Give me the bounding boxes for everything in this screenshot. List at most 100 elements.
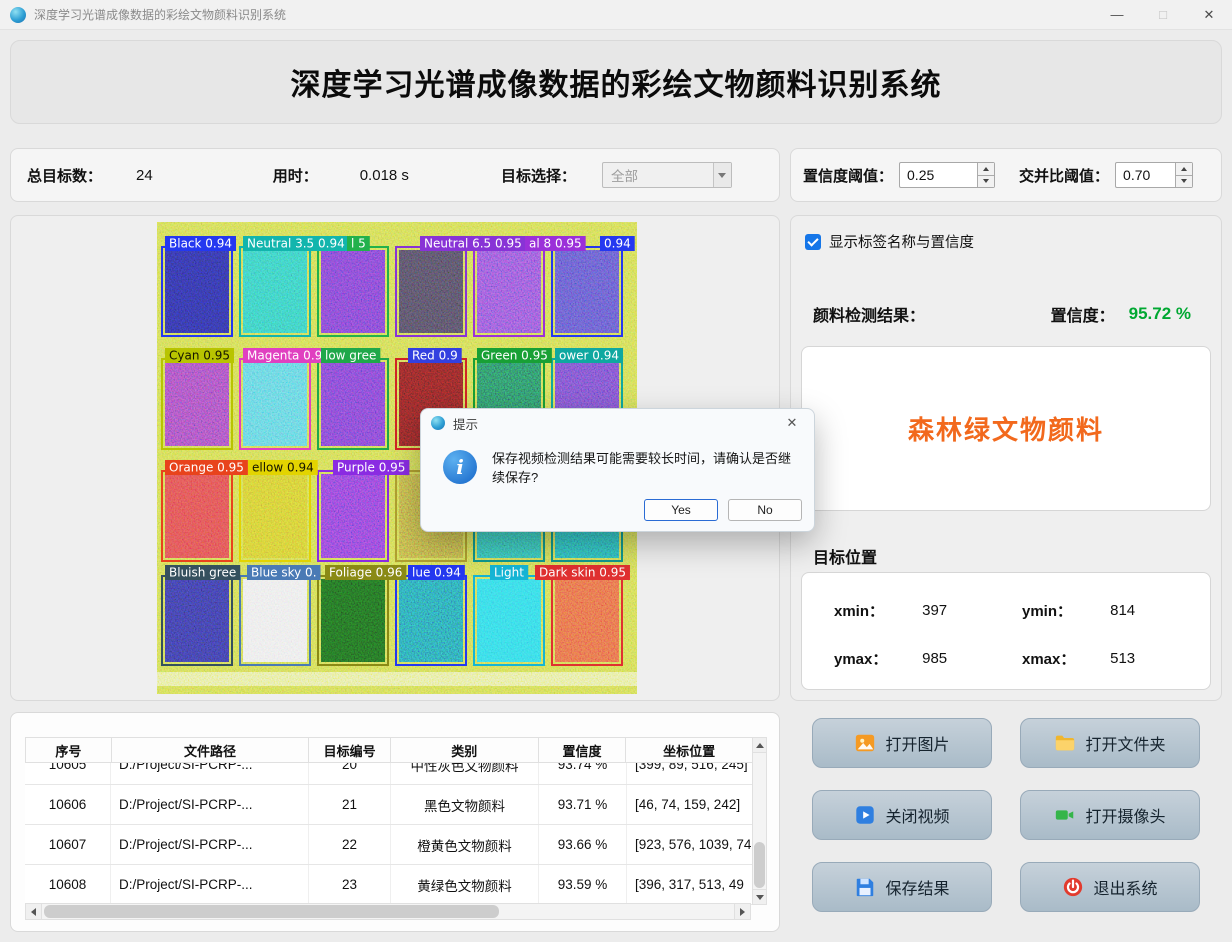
table-cell: [399, 89, 516, 245] <box>635 763 748 772</box>
elapsed-time-label: 用时： <box>272 167 318 185</box>
spinner-up-icon[interactable] <box>978 163 995 175</box>
dialog-body: 保存视频检测结果可能需要较长时间，请确认是否继续保存? <box>421 437 814 493</box>
result-text: 森林绿文物颜料 <box>907 415 1104 445</box>
app-logo-icon <box>10 6 26 23</box>
spinner-up-icon[interactable] <box>1176 163 1193 175</box>
maximize-button[interactable]: □ <box>1140 0 1186 29</box>
target-select-value: 全部 <box>610 169 638 184</box>
exit-system-button[interactable]: 退出系统 <box>1020 862 1200 912</box>
detection-label: Orange 0.95 <box>169 461 244 475</box>
scroll-right-icon[interactable] <box>734 904 750 919</box>
table-row[interactable]: 10605 D:/Project/SI-PCRP-... 20 中性灰色文物颜料 93.… <box>25 763 753 785</box>
scroll-up-icon[interactable] <box>753 738 766 753</box>
target-select[interactable]: 全部 <box>601 162 732 188</box>
action-buttons: 打开图片 打开文件夹关闭视频 打开摄像头保存结果 退出系统 <box>790 712 1222 932</box>
confidence-threshold-label: 置信度阈值： <box>803 167 894 185</box>
iou-threshold-spinner[interactable]: 0.70 <box>1115 162 1194 188</box>
table-row[interactable]: 10607 D:/Project/SI-PCRP-... 22 橙黄色文物颜料 93.6… <box>25 825 753 865</box>
column-header[interactable]: 类别 <box>391 738 539 762</box>
ymax-value: 985 <box>922 649 948 667</box>
save-results-button[interactable]: 保存结果 <box>812 862 992 912</box>
action-button-label: 保存结果 <box>885 881 950 898</box>
detection-label: al 8 0.95 <box>529 237 582 251</box>
save-icon <box>854 876 876 898</box>
vertical-scroll-thumb[interactable] <box>754 842 765 888</box>
confidence-threshold-value: 0.25 <box>907 167 935 183</box>
detection-label: Neutral 6.5 0.95 <box>424 237 522 251</box>
spinner-down-icon[interactable] <box>978 174 995 187</box>
detection-label: Neutral 3.5 0.94 <box>247 237 345 251</box>
column-header[interactable]: 坐标位置 <box>626 738 752 762</box>
yes-button[interactable]: Yes <box>644 499 718 521</box>
position-card: xmin： 397 ymin： 814 ymax： 985 xmax： 513 <box>801 572 1211 690</box>
open-image-button[interactable]: 打开图片 <box>812 718 992 768</box>
open-camera-button[interactable]: 打开摄像头 <box>1020 790 1200 840</box>
scroll-down-icon[interactable] <box>753 889 766 904</box>
action-button-label: 打开摄像头 <box>1085 809 1166 826</box>
table-cell: 23 <box>309 865 391 904</box>
detection-label: Red 0.9 <box>412 349 458 363</box>
spinner-down-icon[interactable] <box>1176 174 1193 187</box>
minimize-button[interactable]: — <box>1094 0 1140 29</box>
dialog-titlebar: 提示 ✕ <box>421 409 814 437</box>
dialog-title: 提示 <box>453 417 479 432</box>
elapsed-time-value: 0.018 s <box>359 166 409 184</box>
result-card: 森林绿文物颜料 <box>801 346 1211 511</box>
table-cell: 橙黄色文物颜料 <box>391 825 539 864</box>
table-cell: D:/Project/SI-PCRP-... <box>111 785 309 824</box>
column-header[interactable]: 文件路径 <box>112 738 310 762</box>
detection-label: Dark skin 0.95 <box>539 566 626 580</box>
titlebar: 深度学习光谱成像数据的彩绘文物颜料识别系统 — □ ✕ <box>0 0 1232 30</box>
page-title: 深度学习光谱成像数据的彩绘文物颜料识别系统 <box>290 69 942 102</box>
detection-label: Blue sky 0. <box>251 566 317 580</box>
table-cell: D:/Project/SI-PCRP-... <box>111 865 309 904</box>
no-button[interactable]: No <box>728 499 802 521</box>
ymin-label: ymin： <box>1022 602 1073 620</box>
close-video-button[interactable]: 关闭视频 <box>812 790 992 840</box>
table-cell: 21 <box>309 785 391 824</box>
detection-label: Light <box>494 566 524 580</box>
window-title: 深度学习光谱成像数据的彩绘文物颜料识别系统 <box>34 8 287 22</box>
table-row[interactable]: 10606 D:/Project/SI-PCRP-... 21 黑色文物颜料 93.71… <box>25 785 753 825</box>
action-button-label: 关闭视频 <box>885 809 950 826</box>
close-button[interactable]: ✕ <box>1186 0 1232 29</box>
table-horizontal-scrollbar[interactable] <box>25 903 751 920</box>
show-labels-checkbox[interactable] <box>805 233 821 250</box>
table-row[interactable]: 10608 D:/Project/SI-PCRP-... 23 黄绿色文物颜料 93.5… <box>25 865 753 905</box>
detection-label: ower 0.94 <box>559 349 619 363</box>
column-header[interactable]: 置信度 <box>539 738 627 762</box>
table-cell: 93.71 % <box>539 785 627 824</box>
scroll-left-icon[interactable] <box>26 904 42 919</box>
iou-threshold-value: 0.70 <box>1123 167 1151 183</box>
column-header[interactable]: 目标编号 <box>309 738 391 762</box>
detection-label: Magenta 0.94 <box>247 349 330 363</box>
table-vertical-scrollbar[interactable] <box>752 737 767 905</box>
detection-label: Foliage 0.96 <box>329 566 402 580</box>
open-folder-button[interactable]: 打开文件夹 <box>1020 718 1200 768</box>
confidence-label: 置信度： <box>1050 308 1115 325</box>
dialog-close-icon[interactable]: ✕ <box>780 415 804 431</box>
table-header-row: 序号 文件路径 目标编号 类别 置信度 坐标位置 <box>25 737 753 763</box>
action-button-label: 退出系统 <box>1093 881 1158 898</box>
action-button-label: 打开文件夹 <box>1085 737 1166 754</box>
iou-threshold-label: 交并比阈值： <box>1019 167 1110 185</box>
table-cell: [923, 576, 1039, 74 <box>635 837 752 852</box>
position-row: xmin： 397 ymin： 814 <box>834 595 1210 625</box>
dialog-footer: Yes No <box>644 499 802 521</box>
horizontal-scroll-thumb[interactable] <box>44 905 499 918</box>
confidence-value: 95.72 % <box>1128 304 1191 323</box>
detection-label: Green 0.95 <box>481 349 548 363</box>
confidence-threshold-spinner[interactable]: 0.25 <box>899 162 996 188</box>
table-cell: 93.74 % <box>539 763 627 784</box>
show-labels-label: 显示标签名称与置信度 <box>829 235 974 251</box>
table-cell: 93.59 % <box>539 865 627 904</box>
table-cell: 10607 <box>25 825 111 864</box>
column-header[interactable]: 序号 <box>26 738 112 762</box>
detection-label: Black 0.94 <box>169 237 232 251</box>
detection-label: Purple 0.95 <box>337 461 405 475</box>
show-labels-row: 显示标签名称与置信度 <box>805 231 974 252</box>
table-cell: D:/Project/SI-PCRP-... <box>111 763 309 784</box>
action-button-label: 打开图片 <box>885 737 950 754</box>
thresholds-bar: 置信度阈值： 0.25 交并比阈值： 0.70 <box>790 148 1222 202</box>
table-cell: 中性灰色文物颜料 <box>391 763 539 784</box>
